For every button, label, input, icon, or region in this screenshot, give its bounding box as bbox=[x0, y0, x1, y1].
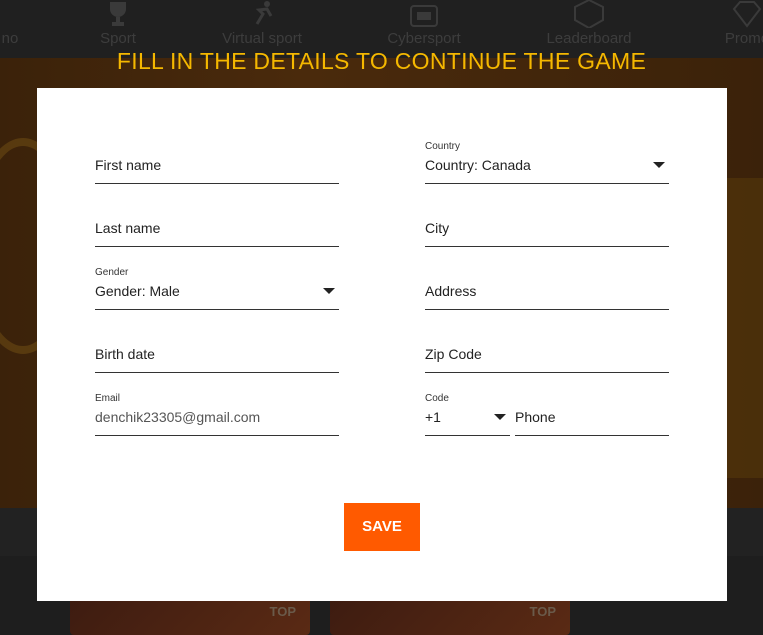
chevron-down-icon bbox=[323, 288, 335, 294]
nav-label: Virtual sport bbox=[222, 30, 302, 47]
banner-decoration bbox=[723, 178, 763, 478]
phone-field[interactable]: Phone bbox=[515, 399, 669, 436]
top-tag: TOP bbox=[269, 604, 297, 619]
chevron-down-icon bbox=[494, 414, 506, 420]
nav-label: Sport bbox=[100, 30, 136, 47]
modal-title: FILL IN THE DETAILS TO CONTINUE THE GAME bbox=[116, 48, 647, 74]
country-select[interactable]: Country Country: Canada bbox=[425, 141, 669, 184]
birth-date-placeholder: Birth date bbox=[95, 346, 155, 362]
details-form-modal: First name Last name Gender Gender: Male… bbox=[37, 88, 727, 601]
code-value: +1 bbox=[425, 409, 441, 425]
city-placeholder: City bbox=[425, 220, 450, 236]
first-name-placeholder: First name bbox=[95, 157, 162, 173]
zip-code-field[interactable]: Zip Code bbox=[425, 336, 669, 373]
last-name-placeholder: Last name bbox=[95, 220, 161, 236]
gender-select[interactable]: Gender Gender: Male bbox=[95, 267, 339, 310]
first-name-field[interactable]: First name bbox=[95, 147, 339, 184]
address-placeholder: Address bbox=[425, 283, 477, 299]
last-name-field[interactable]: Last name bbox=[95, 210, 339, 247]
nav-label: Cybersport bbox=[387, 30, 461, 47]
save-button[interactable]: SAVE bbox=[344, 503, 420, 551]
email-value: denchik23305@gmail.com bbox=[95, 409, 261, 425]
gender-value: Gender: Male bbox=[95, 283, 180, 299]
shield-number-icon bbox=[574, 0, 604, 28]
address-field[interactable]: Address bbox=[425, 273, 669, 310]
zip-code-placeholder: Zip Code bbox=[425, 346, 482, 362]
nav-label: no bbox=[1, 30, 19, 47]
runner-icon bbox=[255, 1, 273, 25]
top-tag: TOP bbox=[529, 604, 557, 619]
diamond-icon bbox=[732, 1, 762, 28]
nav-label: Promo bbox=[724, 30, 763, 47]
nav-label: Leaderboard bbox=[546, 30, 632, 47]
arena-icon bbox=[410, 5, 438, 27]
email-field[interactable]: Email denchik23305@gmail.com bbox=[95, 393, 339, 436]
code-label: Code bbox=[425, 393, 449, 404]
gender-label: Gender bbox=[95, 267, 129, 278]
phone-placeholder: Phone bbox=[515, 409, 556, 425]
city-field[interactable]: City bbox=[425, 210, 669, 247]
chevron-down-icon bbox=[653, 162, 665, 168]
email-label: Email bbox=[95, 393, 121, 404]
country-label: Country bbox=[425, 141, 461, 152]
birth-date-field[interactable]: Birth date bbox=[95, 336, 339, 373]
trophy-icon bbox=[110, 2, 126, 26]
country-value: Country: Canada bbox=[425, 157, 531, 173]
phone-code-select[interactable]: Code +1 bbox=[425, 393, 510, 436]
